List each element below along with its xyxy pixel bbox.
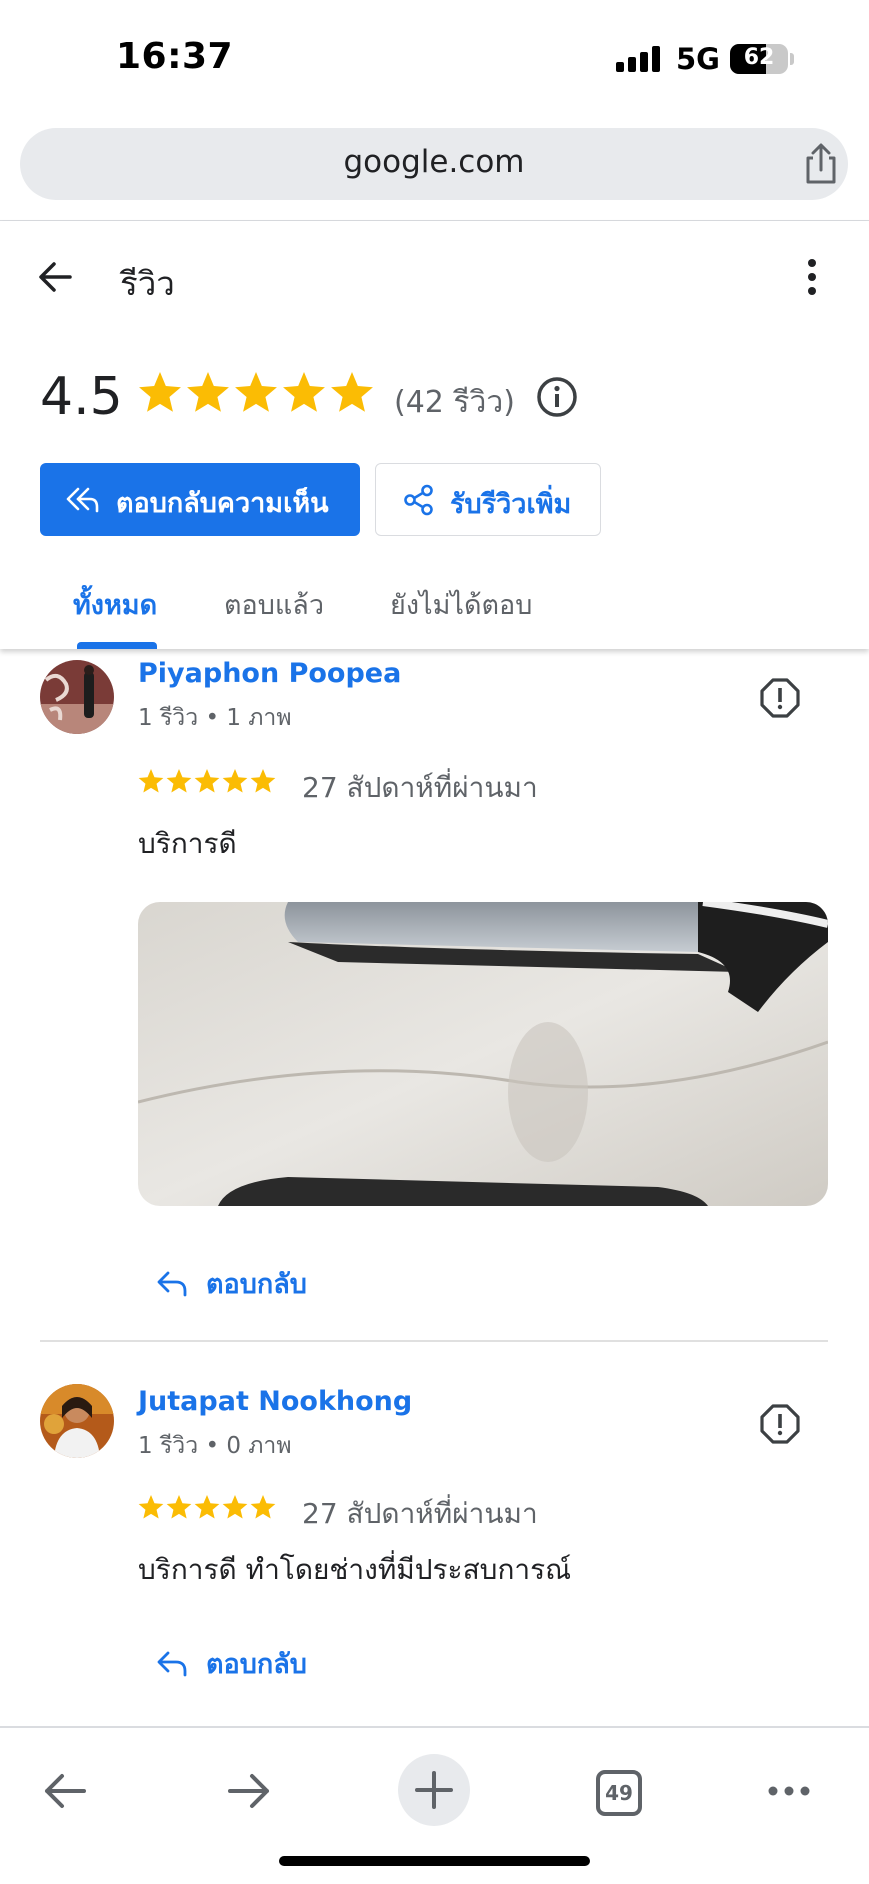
cellular-signal-icon	[616, 46, 662, 72]
review-text: บริการดี ทำโดยช่างที่มีประสบการณ์	[138, 1553, 572, 1586]
reply-all-icon	[66, 487, 99, 513]
url-text[interactable]: google.com	[20, 144, 848, 180]
review-stars	[138, 769, 276, 793]
address-bar[interactable]: google.com	[20, 128, 848, 200]
network-type: 5G	[676, 42, 720, 76]
new-tab-button[interactable]	[398, 1754, 470, 1826]
star-icon	[187, 372, 229, 412]
review-date: 27 สัปดาห์ที่ผ่านมา	[302, 771, 538, 804]
more-vert-icon[interactable]	[800, 259, 824, 299]
review-date: 27 สัปดาห์ที่ผ่านมา	[302, 1497, 538, 1530]
star-icon	[194, 1495, 220, 1519]
star-icon	[222, 1495, 248, 1519]
divider	[40, 1340, 828, 1342]
report-icon[interactable]	[760, 1404, 800, 1444]
star-icon	[283, 372, 325, 412]
status-time: 16:37	[116, 36, 234, 77]
star-icon	[235, 372, 277, 412]
more-horiz-icon[interactable]	[764, 1766, 814, 1816]
battery-percent: 62	[743, 45, 775, 70]
review-count: (42 รีวิว)	[394, 385, 515, 420]
back-arrow-icon[interactable]	[36, 257, 76, 297]
status-bar: 16:37 5G 62	[0, 0, 869, 118]
reply-to-reviews-button[interactable]: ตอบกลับความเห็น	[40, 463, 360, 536]
tab-replied[interactable]: ตอบแล้ว	[224, 583, 324, 626]
reviews-header: รีวิว 4.5 (42 รีวิว) ตอบกลับความเห็น รับ…	[0, 221, 869, 649]
star-icon	[138, 1495, 164, 1519]
tab-unreplied[interactable]: ยังไม่ได้ตอบ	[390, 583, 532, 626]
review-text: บริการดี	[138, 827, 237, 860]
reviewer-meta: 1 รีวิว • 0 ภาพ	[138, 1433, 292, 1459]
info-icon[interactable]	[536, 376, 578, 418]
review-photo[interactable]	[138, 902, 828, 1206]
share-nodes-icon	[404, 484, 433, 516]
star-icon	[166, 1495, 192, 1519]
share-icon[interactable]	[800, 142, 842, 186]
star-icon	[250, 1495, 276, 1519]
reply-label: ตอบกลับ	[206, 1649, 307, 1680]
star-icon	[250, 769, 276, 793]
average-rating: 4.5	[40, 367, 123, 427]
reply-icon	[157, 1271, 187, 1297]
star-icon	[138, 769, 164, 793]
battery-tip	[790, 53, 794, 65]
rating-stars	[139, 372, 373, 412]
home-indicator	[279, 1856, 590, 1866]
star-icon	[139, 372, 181, 412]
tab-switcher-button[interactable]: 49	[596, 1770, 642, 1816]
active-tab-indicator	[77, 642, 157, 649]
back-icon[interactable]	[40, 1766, 90, 1816]
get-more-reviews-label: รับรีวิวเพิ่ม	[450, 489, 572, 520]
battery-icon: 62	[730, 44, 788, 74]
star-icon	[331, 372, 373, 412]
page-title: รีวิว	[120, 264, 175, 303]
reply-label: ตอบกลับ	[206, 1269, 307, 1300]
reviewer-name[interactable]: Piyaphon Poopea	[138, 658, 401, 689]
star-icon	[166, 769, 192, 793]
review-stars	[138, 1495, 276, 1519]
get-more-reviews-button[interactable]: รับรีวิวเพิ่ม	[375, 463, 601, 536]
report-icon[interactable]	[760, 678, 800, 718]
avatar[interactable]	[40, 1384, 114, 1458]
reviewer-meta: 1 รีวิว • 1 ภาพ	[138, 705, 292, 731]
forward-icon[interactable]	[224, 1766, 274, 1816]
tab-all[interactable]: ทั้งหมด	[73, 583, 157, 626]
star-icon	[194, 769, 220, 793]
reply-to-reviews-label: ตอบกลับความเห็น	[116, 488, 329, 519]
avatar[interactable]	[40, 660, 114, 734]
reviewer-name[interactable]: Jutapat Nookhong	[138, 1386, 412, 1417]
star-icon	[222, 769, 248, 793]
plus-icon	[415, 1771, 453, 1809]
reply-icon	[157, 1651, 187, 1677]
